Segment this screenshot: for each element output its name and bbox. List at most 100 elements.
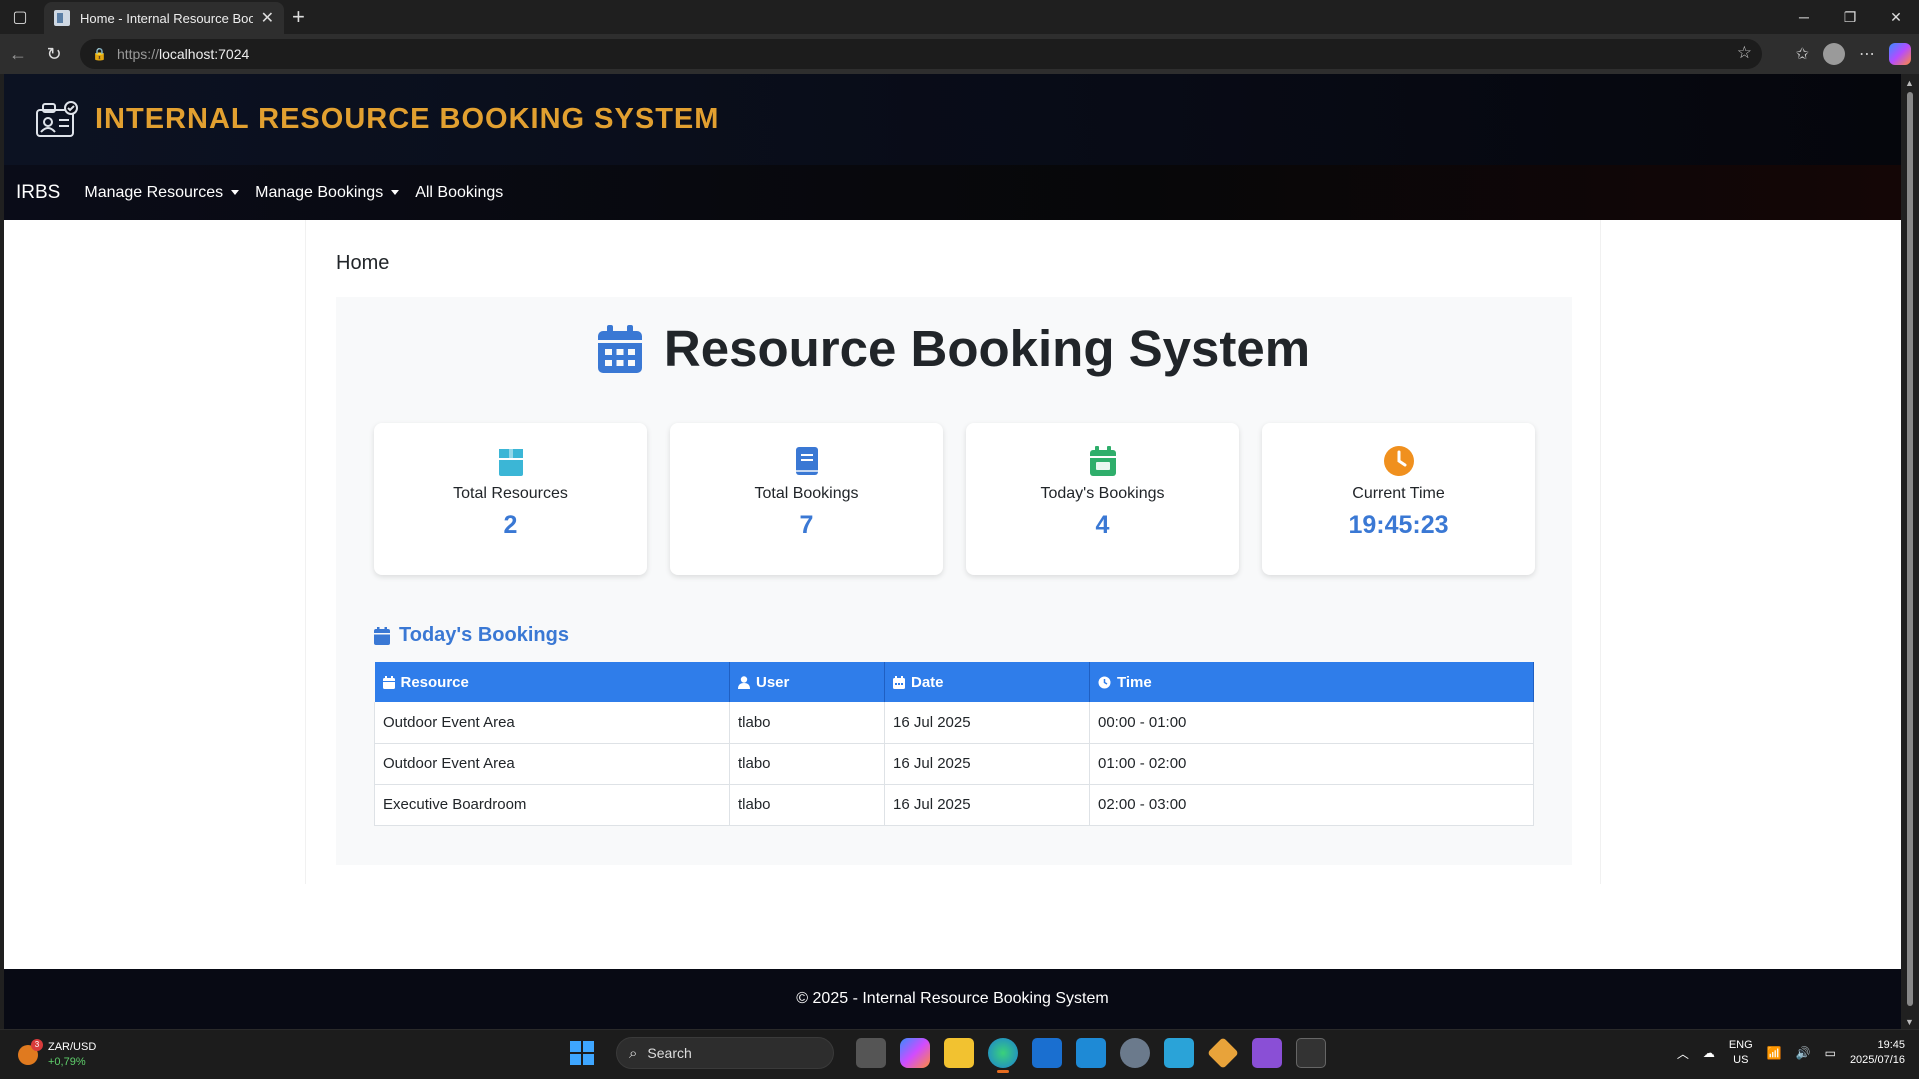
clock-time: 19:45 (1877, 1039, 1905, 1051)
calendar-icon (382, 675, 395, 689)
refresh-icon[interactable]: ↻ (36, 34, 72, 74)
minimize-icon[interactable]: ─ (1781, 0, 1827, 34)
cell-resource: Outdoor Event Area (374, 743, 730, 785)
lock-icon[interactable]: 🔒 (92, 47, 107, 61)
section-title-label: Today's Bookings (399, 624, 569, 646)
copilot-app-icon[interactable] (900, 1038, 930, 1068)
task-view-icon[interactable] (856, 1038, 886, 1068)
cell-resource: Outdoor Event Area (374, 702, 730, 744)
clock-icon (1098, 676, 1111, 688)
dropdown-caret-icon (391, 190, 400, 195)
edge-browser-icon[interactable] (988, 1038, 1018, 1073)
user-icon (738, 675, 750, 689)
card-label: Total Resources (453, 485, 568, 502)
os-taskbar: ZAR/USD +0,79% ⌕ Search ︿ ☁ ENG US 📶 🔊 ▭ (0, 1029, 1919, 1079)
site-header: INTERNAL RESOURCE BOOKING SYSTEM (4, 74, 1901, 165)
new-tab-icon[interactable]: + (292, 4, 305, 30)
calendar-icon (374, 626, 390, 645)
cell-time: 02:00 - 03:00 (1089, 784, 1534, 826)
browser-tab-active[interactable]: Home - Internal Resource Booking System … (44, 2, 284, 34)
booking-logo-icon (36, 100, 78, 137)
address-bar[interactable]: 🔒 https://localhost:7024 ☆ (80, 39, 1762, 69)
restore-icon[interactable]: ❐ (1827, 0, 1873, 34)
nav-all-bookings[interactable]: All Bookings (415, 184, 503, 202)
profile-avatar[interactable] (1823, 43, 1845, 65)
tab-close-icon[interactable]: ✕ (261, 8, 274, 28)
copilot-icon[interactable] (1889, 43, 1911, 65)
page-title: Home (336, 252, 390, 274)
terminal-icon[interactable] (1296, 1038, 1326, 1068)
table-row: Executive Boardroom tlabo 16 Jul 2025 02… (374, 784, 1534, 826)
battery-icon[interactable]: ▭ (1825, 1046, 1836, 1060)
card-value: 7 (799, 511, 814, 539)
column-header-label: User (756, 673, 790, 691)
browser-toolbar: ← ↻ 🔒 https://localhost:7024 ☆ ✩ ⋯ (0, 34, 1919, 74)
calendar-icon (597, 324, 642, 373)
page-viewport: INTERNAL RESOURCE BOOKING SYSTEM IRBS Ma… (4, 74, 1901, 1029)
column-header-label: Resource (400, 673, 469, 691)
calendar-days-icon (893, 675, 905, 689)
volume-icon[interactable]: 🔊 (1796, 1046, 1811, 1060)
market-widget-icon (18, 1039, 43, 1065)
stat-cards: Total Resources 2 Total Bookings 7 Today… (374, 423, 1535, 575)
tray-clock[interactable]: 19:45 2025/07/16 (1850, 1038, 1905, 1068)
outlook-icon[interactable] (1032, 1038, 1062, 1068)
windows-start-icon[interactable] (570, 1041, 594, 1065)
back-icon[interactable]: ← (0, 34, 36, 74)
ticker-change: +0,79% (48, 1056, 86, 1068)
scroll-up-icon[interactable]: ▲ (1905, 78, 1914, 88)
nav-manage-resources[interactable]: Manage Resources (84, 184, 240, 202)
todays-bookings-table: Resource User Date Time Outdoor Event Ar… (374, 662, 1534, 826)
card-value: 19:45:23 (1348, 511, 1449, 539)
onedrive-icon[interactable]: ☁ (1703, 1046, 1715, 1060)
app-s-icon[interactable] (1076, 1038, 1106, 1068)
cell-resource: Executive Boardroom (374, 784, 730, 826)
browser-tab-bar: ▢ Home - Internal Resource Booking Syste… (0, 0, 1919, 34)
table-row: Outdoor Event Area tlabo 16 Jul 2025 01:… (374, 743, 1534, 785)
browser-right-icons: ✩ ⋯ (1796, 34, 1911, 74)
card-label: Current Time (1352, 485, 1445, 502)
site-title: INTERNAL RESOURCE BOOKING SYSTEM (95, 103, 720, 135)
visual-studio-icon[interactable] (1252, 1038, 1282, 1068)
settings-icon[interactable] (1120, 1038, 1150, 1068)
url-protocol: https:// (116, 46, 159, 62)
main-container: Home Resource Booking System Total Resou… (305, 220, 1601, 884)
page-scrollbar[interactable]: ▲ ▼ (1901, 74, 1919, 1029)
column-header-time: Time (1089, 662, 1534, 702)
scroll-down-icon[interactable]: ▼ (1905, 1017, 1914, 1027)
box-icon (498, 449, 523, 476)
taskbar-apps: ⌕ Search (570, 1037, 1326, 1073)
column-header-label: Time (1117, 673, 1152, 691)
scrollbar-thumb[interactable] (1907, 92, 1913, 1006)
favorite-star-icon[interactable]: ☆ (1737, 43, 1752, 63)
photos-icon[interactable] (1164, 1038, 1194, 1068)
cell-date: 16 Jul 2025 (884, 702, 1090, 744)
file-explorer-icon[interactable] (944, 1038, 974, 1068)
more-menu-icon[interactable]: ⋯ (1859, 44, 1875, 64)
git-icon[interactable] (1207, 1037, 1239, 1069)
nav-brand[interactable]: IRBS (16, 182, 60, 204)
close-window-icon[interactable]: ✕ (1873, 0, 1919, 34)
site-footer: © 2025 - Internal Resource Booking Syste… (4, 969, 1901, 1029)
search-icon: ⌕ (629, 1044, 638, 1062)
hero-title: Resource Booking System (663, 320, 1311, 377)
language-indicator[interactable]: ENG US (1729, 1038, 1753, 1068)
table-header-row: Resource User Date Time (374, 662, 1534, 702)
window-controls: ─ ❐ ✕ (1781, 0, 1919, 34)
card-value: 2 (503, 511, 518, 539)
cell-user: tlabo (729, 784, 885, 826)
wifi-icon[interactable]: 📶 (1767, 1046, 1782, 1060)
taskbar-search[interactable]: ⌕ Search (616, 1037, 834, 1069)
favorites-icon[interactable]: ✩ (1796, 44, 1809, 64)
cell-time: 01:00 - 02:00 (1089, 743, 1534, 785)
nav-manage-bookings[interactable]: Manage Bookings (255, 184, 400, 202)
book-icon (795, 447, 818, 475)
market-widget[interactable]: ZAR/USD +0,79% (18, 1039, 97, 1070)
column-header-user: User (729, 662, 885, 702)
tray-chevron-icon[interactable]: ︿ (1677, 1045, 1689, 1062)
tab-actions-icon[interactable]: ▢ (0, 0, 40, 34)
clock-date: 2025/07/16 (1849, 1054, 1905, 1066)
ticker-pair: ZAR/USD (48, 1041, 97, 1053)
clock-icon (1383, 446, 1414, 476)
card-todays-bookings: Today's Bookings 4 (966, 423, 1239, 575)
